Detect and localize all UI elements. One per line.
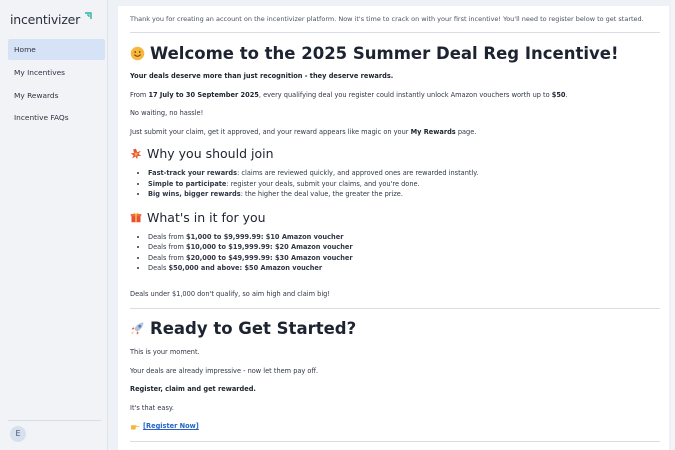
sidebar-item-label: Home (14, 45, 36, 54)
under-note: Deals under $1,000 don't qualify, so aim… (130, 289, 330, 298)
page-title-text: Welcome to the 2025 Summer Deal Reg Ince… (150, 44, 619, 63)
tiers-list: Deals from $1,000 to $9,999.99: $10 Amaz… (130, 232, 660, 274)
dates-end: . (565, 90, 568, 99)
why-item-text: : register your deals, submit your claim… (226, 179, 420, 188)
list-item: Deals from $1,000 to $9,999.99: $10 Amaz… (148, 232, 660, 243)
gift-icon (130, 212, 142, 223)
divider (130, 308, 660, 309)
list-item: Deals from $20,000 to $49,999.99: $30 Am… (148, 253, 660, 264)
list-item: Deals $50,000 and above: $50 Amazon vouc… (148, 263, 660, 274)
register-claim-text: Register, claim and get rewarded. (130, 385, 660, 393)
logo: incentivizer (10, 12, 81, 27)
ready-heading: Ready to Get Started? (130, 319, 660, 338)
tier-pre: Deals from (148, 232, 186, 241)
scrollbar[interactable] (671, 0, 675, 450)
list-item: Big wins, bigger rewards: the higher the… (148, 189, 660, 200)
sidebar-nav: Home My Incentives My Rewards Incentive … (8, 39, 105, 130)
tier-range: $10,000 to $19,999.99 (185, 243, 271, 251)
tier-range: $20,000 to $49,999.99 (185, 253, 271, 262)
divider (130, 440, 660, 442)
tagline: Your deals deserve more than just recogn… (130, 72, 660, 80)
collision-icon (130, 148, 142, 159)
dates-mid: , every qualifying deal you register cou… (258, 90, 552, 99)
tagline-text: Your deals deserve more than just recogn… (130, 72, 394, 80)
dates-paragraph: From 17 July to 30 September 2025, every… (130, 91, 660, 99)
main-content: Thank you for creating an account on the… (108, 0, 675, 450)
intro-text: Thank you for creating an account on the… (130, 15, 660, 33)
no-waiting-text: No waiting, no hassle! (130, 109, 204, 117)
why-heading: Why you should join (130, 146, 660, 161)
avatar[interactable]: E (10, 426, 26, 442)
sidebar-item-my-rewards[interactable]: My Rewards (8, 85, 105, 106)
tier-reward: : $20 Amazon voucher (270, 243, 353, 251)
tier-reward: : $30 Amazon voucher (270, 253, 353, 262)
list-item: Simple to participate: register your dea… (148, 179, 660, 190)
why-item-bold: Fast-track your rewards (148, 169, 238, 177)
dates-pre: From (130, 90, 149, 99)
content-card: Thank you for creating an account on the… (118, 6, 669, 450)
register-line: [Register Now] (130, 422, 660, 430)
tier-reward: : $50 Amazon voucher (239, 264, 323, 272)
pointing-hand-icon (131, 425, 140, 430)
sidebar-item-label: My Rewards (14, 90, 59, 100)
smiling-face-icon (130, 46, 145, 61)
page-title: Welcome to the 2025 Summer Deal Reg Ince… (130, 44, 660, 63)
sidebar-item-label: My Incentives (14, 67, 65, 77)
impressive-text: Your deals are already impressive - now … (130, 366, 319, 375)
dates-amount: $50 (551, 90, 566, 99)
tier-pre: Deals (148, 264, 169, 272)
why-item-text: : claims are reviewed quickly, and appro… (237, 169, 479, 177)
rocket-icon (131, 322, 144, 335)
list-item: Deals from $10,000 to $19,999.99: $20 Am… (148, 242, 660, 253)
dates-range: 17 July to 30 September 2025 (148, 90, 259, 99)
whats-heading-text: What's in it for you (147, 209, 266, 225)
sidebar-item-label: Incentive FAQs (14, 113, 69, 123)
sidebar-divider (8, 420, 101, 421)
easy-text: It's that easy. (130, 403, 174, 412)
register-now-link[interactable]: [Register Now] (143, 422, 199, 430)
submit-bold: My Rewards (410, 127, 456, 136)
tier-range: $50,000 and above (168, 264, 240, 272)
logo-mark-icon (85, 12, 92, 19)
why-item-bold: Big wins, bigger rewards (148, 190, 241, 198)
whats-heading: What's in it for you (130, 210, 660, 225)
moment-text: This is your moment. (130, 348, 200, 356)
why-list: Fast-track your rewards: claims are revi… (130, 168, 660, 200)
tier-range: $1,000 to $9,999.99 (185, 232, 261, 241)
sidebar: incentivizer Home My Incentives My Rewar… (0, 0, 108, 450)
submit-end: page. (455, 127, 477, 136)
submit-pre: Just submit your claim, get it approved,… (130, 127, 411, 136)
list-item: Fast-track your rewards: claims are revi… (148, 168, 660, 179)
register-claim-bold: Register, claim and get rewarded. (130, 385, 256, 393)
why-item-bold: Simple to participate (148, 179, 227, 188)
tier-pre: Deals from (148, 253, 186, 262)
why-item-text: : the higher the deal value, the greater… (240, 190, 403, 198)
sidebar-item-incentive-faqs[interactable]: Incentive FAQs (8, 107, 105, 128)
ready-heading-text: Ready to Get Started? (150, 319, 357, 338)
tier-reward: : $10 Amazon voucher (260, 232, 344, 241)
submit-paragraph: Just submit your claim, get it approved,… (130, 128, 660, 136)
why-heading-text: Why you should join (147, 146, 274, 161)
app-root: incentivizer Home My Incentives My Rewar… (0, 0, 675, 450)
tier-pre: Deals from (148, 243, 186, 251)
sidebar-item-home[interactable]: Home (8, 39, 105, 60)
sidebar-item-my-incentives[interactable]: My Incentives (8, 62, 105, 83)
